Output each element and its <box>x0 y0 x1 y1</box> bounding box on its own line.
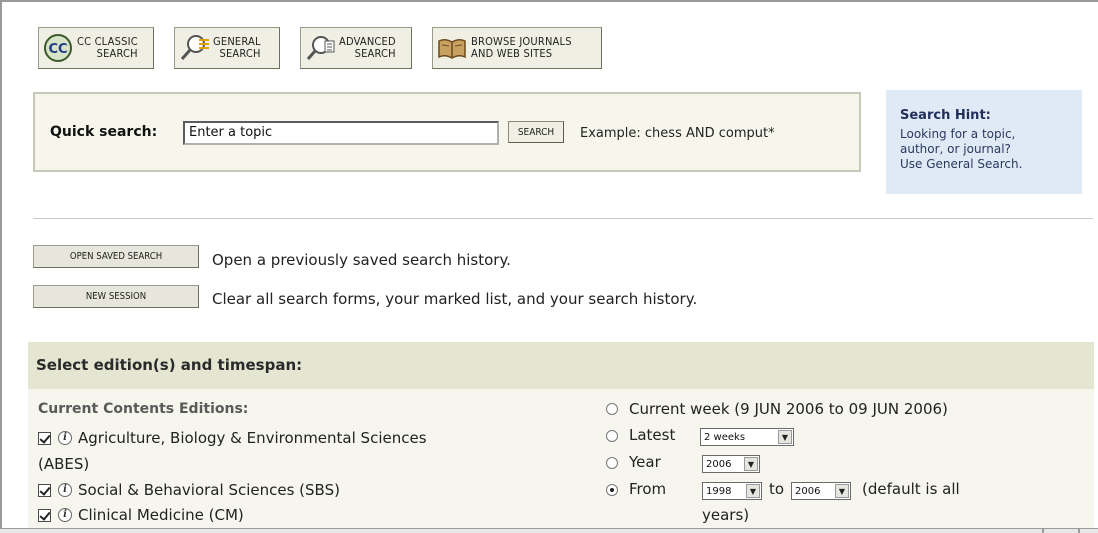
svg-text:CC: CC <box>48 42 67 57</box>
timespan-radio-year[interactable] <box>606 457 618 469</box>
advanced-search-button[interactable]: ADVANCED SEARCH <box>300 27 412 69</box>
edition-label-abes: Agriculture, Biology & Environmental Sci… <box>78 429 427 447</box>
edition-label-abes-continuation: (ABES) <box>38 455 90 473</box>
timespan-from-label: From <box>629 480 667 498</box>
edition-checkbox-sbs[interactable] <box>38 483 51 497</box>
section-divider <box>33 218 1093 219</box>
general-search-label: GENERAL SEARCH <box>213 35 261 60</box>
dropdown-arrow-icon: ▼ <box>835 484 849 498</box>
cc-classic-search-button[interactable]: CC CC CLASSIC SEARCH <box>38 27 154 69</box>
magnifier-list-icon <box>306 36 335 60</box>
cc-classic-search-label: CC CLASSIC SEARCH <box>77 35 138 60</box>
edition-item-cm: i Clinical Medicine (CM) <box>38 506 244 524</box>
quick-search-example: Example: chess AND comput* <box>580 126 775 141</box>
magnifier-icon <box>180 35 209 60</box>
timespan-latest-label: Latest <box>629 426 676 444</box>
timespan-year-label: Year <box>629 453 661 471</box>
latest-weeks-select[interactable]: 2 weeks ▼ <box>700 428 794 446</box>
new-session-description: Clear all search forms, your marked list… <box>212 290 698 308</box>
advanced-search-label: ADVANCED SEARCH <box>339 35 396 60</box>
to-year-value: 2006 <box>795 485 821 497</box>
new-session-button[interactable]: NEW SESSION <box>33 285 199 308</box>
edition-checkbox-abes[interactable] <box>38 431 51 445</box>
to-year-select[interactable]: 2006 ▼ <box>791 482 851 500</box>
cc-icon: CC <box>44 34 72 62</box>
search-hint-box: Search Hint: Looking for a topic, author… <box>886 90 1082 194</box>
browse-journals-label: BROWSE JOURNALS AND WEB SITES <box>471 35 572 60</box>
timespan-current-week-label: Current week (9 JUN 2006 to 09 JUN 2006) <box>629 400 948 418</box>
edition-timespan-header: Select edition(s) and timespan: <box>28 342 1094 389</box>
edition-label-cm: Clinical Medicine (CM) <box>78 506 244 524</box>
window-top-border <box>0 0 1098 2</box>
open-saved-search-description: Open a previously saved search history. <box>212 251 511 269</box>
info-icon[interactable]: i <box>58 508 72 522</box>
window-bottom-border <box>0 528 1098 533</box>
search-hint-title: Search Hint: <box>900 108 991 123</box>
open-saved-search-button[interactable]: OPEN SAVED SEARCH <box>33 245 199 268</box>
search-hint-text: Looking for a topic, author, or journal?… <box>900 127 1023 171</box>
year-value: 2006 <box>706 458 732 470</box>
general-search-button[interactable]: GENERAL SEARCH <box>174 27 280 69</box>
latest-weeks-value: 2 weeks <box>704 431 746 443</box>
edition-timespan-title: Select edition(s) and timespan: <box>36 356 303 374</box>
quick-search-label: Quick search: <box>50 124 158 140</box>
window-left-border <box>0 0 2 533</box>
from-year-value: 1998 <box>706 485 732 497</box>
timespan-radio-current-week[interactable] <box>606 403 618 415</box>
info-icon[interactable]: i <box>58 483 72 497</box>
info-icon[interactable]: i <box>58 431 72 445</box>
current-contents-editions-title: Current Contents Editions: <box>38 401 249 417</box>
edition-item-sbs: i Social & Behavioral Sciences (SBS) <box>38 481 340 499</box>
dropdown-arrow-icon: ▼ <box>746 484 760 498</box>
timespan-radio-from[interactable] <box>606 484 618 496</box>
edition-checkbox-cm[interactable] <box>38 508 51 522</box>
from-year-select[interactable]: 1998 ▼ <box>702 482 762 500</box>
browse-journals-button[interactable]: BROWSE JOURNALS AND WEB SITES <box>432 27 602 69</box>
timespan-default-note: (default is all <box>862 480 960 498</box>
timespan-to-label: to <box>769 480 785 498</box>
dropdown-arrow-icon: ▼ <box>744 457 758 471</box>
dropdown-arrow-icon: ▼ <box>778 430 792 444</box>
open-book-icon <box>438 38 466 59</box>
timespan-radio-latest[interactable] <box>606 430 618 442</box>
edition-item-abes: i Agriculture, Biology & Environmental S… <box>38 429 427 447</box>
quick-search-button[interactable]: SEARCH <box>508 121 564 143</box>
quick-search-panel: Quick search: Enter a topic SEARCH Examp… <box>33 92 861 172</box>
timespan-default-note-continued: years) <box>702 506 750 524</box>
year-select[interactable]: 2006 ▼ <box>702 455 760 473</box>
edition-label-sbs: Social & Behavioral Sciences (SBS) <box>78 481 340 499</box>
quick-search-input[interactable]: Enter a topic <box>183 121 499 145</box>
